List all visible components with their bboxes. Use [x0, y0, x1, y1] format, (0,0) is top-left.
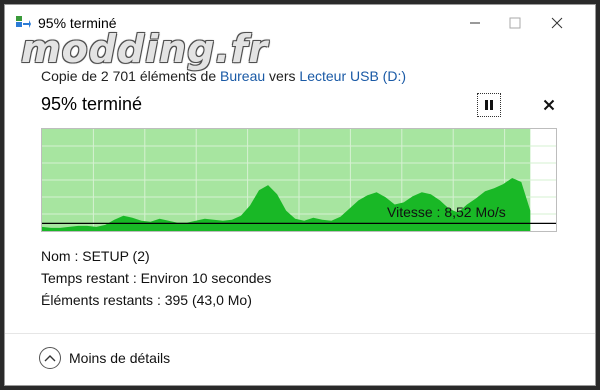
destination-link[interactable]: Lecteur USB (D:) [299, 68, 406, 84]
close-icon [551, 17, 563, 29]
items-label: Éléments restants : [41, 292, 161, 308]
copy-middle: vers [265, 68, 300, 84]
close-window-button[interactable] [537, 10, 577, 36]
less-details-label: Moins de détails [69, 350, 171, 366]
pause-icon [485, 100, 493, 110]
collapse-circle [39, 347, 61, 369]
less-details-button[interactable]: Moins de détails [39, 344, 170, 372]
items-remaining-row: Éléments restants : 395 (43,0 Mo) [41, 292, 252, 308]
footer-divider [5, 333, 595, 334]
maximize-icon [509, 17, 521, 29]
source-link[interactable]: Bureau [220, 68, 265, 84]
progress-title: 95% terminé [41, 94, 143, 114]
chevron-up-icon [44, 355, 56, 362]
name-value: SETUP (2) [82, 248, 150, 264]
time-value: Environ 10 secondes [140, 270, 272, 286]
minimize-button[interactable] [455, 10, 495, 36]
speed-label: Vitesse : 8,52 Mo/s [387, 204, 506, 220]
time-label: Temps restant : [41, 270, 137, 286]
copy-progress-window: 95% terminé modding.fr Copie de 2 701 él… [4, 4, 596, 386]
pause-button[interactable] [477, 93, 501, 117]
watermark: modding.fr [21, 27, 269, 71]
close-icon [543, 99, 555, 111]
items-value: 395 (43,0 Mo) [164, 292, 252, 308]
copy-description: Copie de 2 701 éléments de Bureau vers L… [41, 68, 406, 84]
name-label: Nom : [41, 248, 79, 264]
cancel-button[interactable] [537, 93, 561, 117]
name-row: Nom : SETUP (2) [41, 248, 150, 264]
copy-prefix: Copie de 2 701 éléments de [41, 68, 221, 84]
time-remaining-row: Temps restant : Environ 10 secondes [41, 270, 271, 286]
minimize-icon [470, 22, 480, 24]
maximize-button[interactable] [495, 10, 535, 36]
